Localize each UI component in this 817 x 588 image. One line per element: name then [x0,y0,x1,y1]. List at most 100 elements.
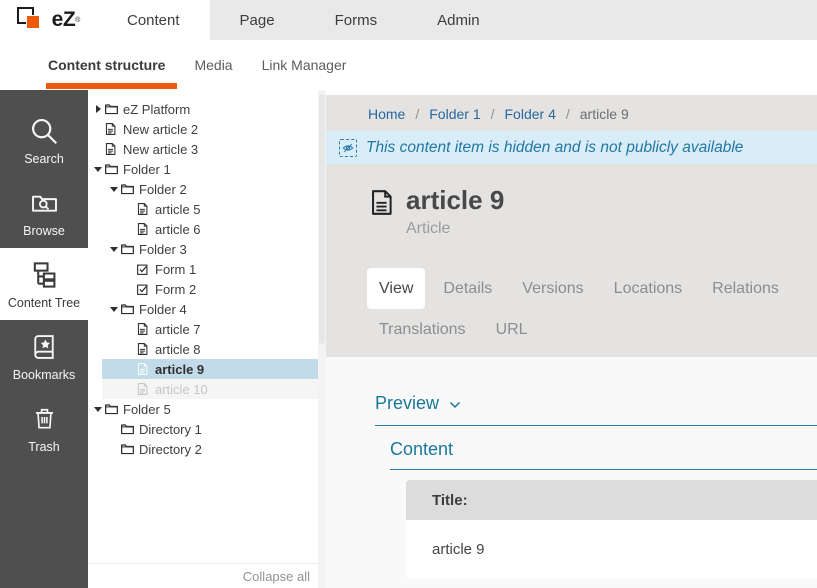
hidden-notice-text: This content item is hidden and is not p… [366,139,743,157]
hidden-notice: This content item is hidden and is not p… [326,131,817,164]
tree-item-folder-2[interactable]: Folder 2 [88,179,318,199]
ez-platform-admin: eZ ® Content Page Forms Admin Content st… [0,0,817,588]
caret-icon[interactable] [124,284,136,294]
sidebar-item-search[interactable]: Search [0,104,88,176]
breadcrumb-separator: / [566,106,570,122]
content-tab-relations[interactable]: Relations [700,268,791,309]
tree-item-article-6[interactable]: article 6 [88,219,318,239]
tree-item-form-2[interactable]: Form 2 [88,279,318,299]
sidebar-item-content-tree[interactable]: Content Tree [0,248,88,320]
sidebar-item-trash[interactable]: Trash [0,392,88,464]
form-icon [136,262,153,277]
tree-item-article-5[interactable]: article 5 [88,199,318,219]
sidebar-item-label: Browse [23,224,65,238]
subnav-item-label: Content structure [48,57,165,73]
topnav-tab-label: Content [127,12,180,29]
tree-item-label: article 5 [155,202,201,217]
subnav-item-label: Link Manager [262,57,347,73]
top-bar: eZ ® Content Page Forms Admin [0,0,817,40]
caret-icon[interactable] [92,144,104,154]
content-tab-translations[interactable]: Translations [367,309,478,350]
collapse-all-button[interactable]: Collapse all [243,569,310,584]
tree-scrollbar-thumb[interactable] [319,94,325,344]
tree-item-label: New article 2 [123,122,198,137]
breadcrumb-link[interactable]: article 9 [580,106,629,122]
tree-item-article-7[interactable]: article 7 [88,319,318,339]
caret-icon[interactable] [124,324,136,334]
preview-toggle[interactable]: Preview [375,393,817,426]
subnav-item-content-structure[interactable]: Content structure [48,40,165,90]
caret-icon[interactable] [124,264,136,274]
sidebar-item-bookmarks[interactable]: Bookmarks [0,320,88,392]
tree-item-folder-3[interactable]: Folder 3 [88,239,318,259]
caret-icon[interactable] [124,204,136,214]
sidebar-item-browse[interactable]: Browse [0,176,88,248]
content-tab-details[interactable]: Details [431,268,504,309]
topnav-tab-label: Forms [335,12,378,29]
content-tab-url[interactable]: URL [484,309,540,350]
field-list: Title: article 9 [406,480,817,579]
tree-item-folder-4[interactable]: Folder 4 [88,299,318,319]
topnav-tab-content[interactable]: Content [97,0,210,40]
subnav-item-link-manager[interactable]: Link Manager [262,40,347,90]
article-icon [136,202,153,217]
caret-icon[interactable] [108,304,120,314]
main-header: Home / Folder 1 / Folder 4 / article 9 / [326,95,817,357]
tree-item-label: Folder 3 [139,242,187,257]
folder-icon [104,102,121,117]
caret-icon[interactable] [92,104,104,114]
breadcrumb-link[interactable]: Home [368,106,405,122]
caret-icon[interactable] [92,124,104,134]
caret-icon[interactable] [124,384,136,394]
caret-icon[interactable] [124,344,136,354]
tree-item-label: Folder 2 [139,182,187,197]
tree-item-directory-1[interactable]: Directory 1 [88,419,318,439]
article-icon [136,362,153,377]
content-tree: eZ Platform New article 2 New article 3 … [88,90,326,459]
topnav-tab-admin[interactable]: Admin [407,0,510,40]
tree-item-new-article-2[interactable]: New article 2 [88,119,318,139]
breadcrumb-separator: / [415,106,419,122]
tree-item-article-9[interactable]: article 9 [88,359,318,379]
caret-icon[interactable] [108,184,120,194]
top-nav: Content Page Forms Admin [97,0,510,40]
topnav-tab-forms[interactable]: Forms [305,0,408,40]
ez-logo-icon [17,7,47,33]
tree-item-form-1[interactable]: Form 1 [88,259,318,279]
tree-item-new-article-3[interactable]: New article 3 [88,139,318,159]
tree-item-folder-1[interactable]: Folder 1 [88,159,318,179]
tree-item-label: article 10 [155,382,208,397]
folder-icon [120,302,137,317]
tree-scrollbar[interactable] [318,90,326,588]
subnav-item-media[interactable]: Media [194,40,232,90]
tree-item-ez-platform[interactable]: eZ Platform [88,99,318,119]
tree-item-article-8[interactable]: article 8 [88,339,318,359]
caret-icon[interactable] [108,244,120,254]
tree-item-article-10[interactable]: article 10 [88,379,318,399]
field-row-title: Title: article 9 [406,480,817,579]
caret-icon[interactable] [124,224,136,234]
caret-icon[interactable] [108,424,120,434]
caret-icon[interactable] [92,404,104,414]
content-tab-versions[interactable]: Versions [510,268,595,309]
topnav-tab-page[interactable]: Page [210,0,305,40]
tree-item-directory-2[interactable]: Directory 2 [88,439,318,459]
content-tab-label: Versions [522,280,583,298]
content-tab-view[interactable]: View [367,268,425,309]
breadcrumb-link[interactable]: Folder 4 [505,106,556,122]
tree-item-label: Folder 4 [139,302,187,317]
registered-mark: ® [75,17,80,24]
tree-item-label: article 9 [155,362,204,377]
ez-logo[interactable]: eZ ® [0,0,97,40]
caret-icon[interactable] [92,164,104,174]
article-icon [368,185,406,223]
tree-item-folder-5[interactable]: Folder 5 [88,399,318,419]
breadcrumb-item-home: Home / [368,106,429,122]
sidebar-item-label: Trash [28,440,60,454]
caret-icon[interactable] [108,444,120,454]
sidebar-item-label: Content Tree [8,296,80,310]
breadcrumb-link[interactable]: Folder 1 [429,106,480,122]
content-tab-locations[interactable]: Locations [602,268,695,309]
tree-item-label: Directory 2 [139,442,202,457]
caret-icon[interactable] [124,364,136,374]
